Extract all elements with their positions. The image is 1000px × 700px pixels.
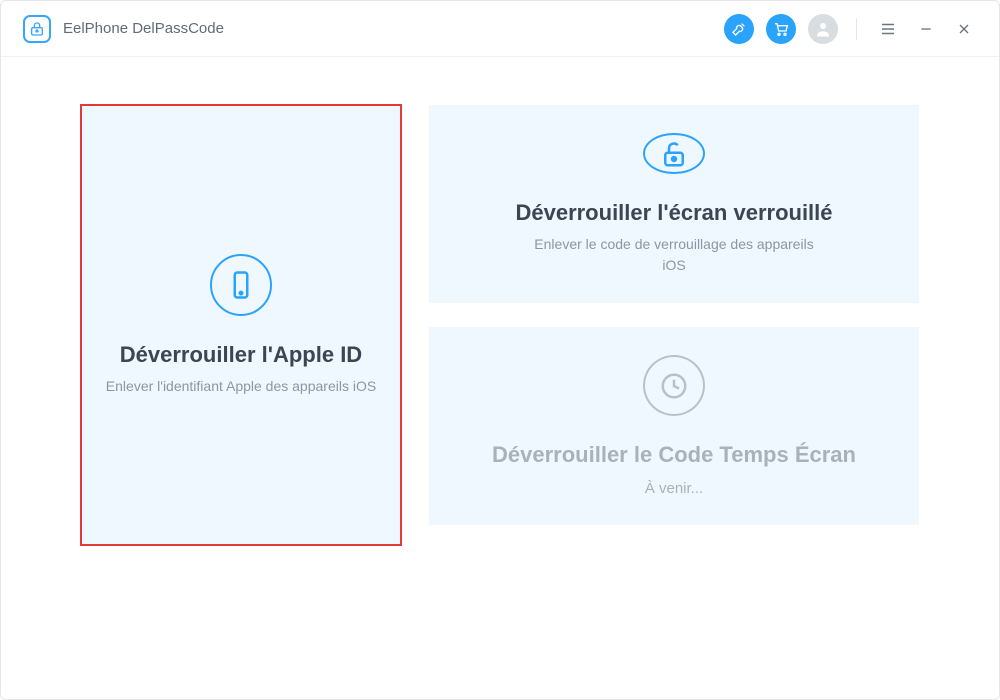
hamburger-icon [879, 20, 897, 38]
card-coming-soon: À venir... [645, 480, 703, 497]
phone-icon [210, 254, 272, 316]
clock-icon [643, 355, 705, 416]
cart-button[interactable] [766, 14, 796, 44]
close-button[interactable] [951, 16, 977, 42]
card-unlock-screen-time[interactable]: Déverrouiller le Code Temps Écran À veni… [429, 327, 919, 525]
unlock-icon [643, 133, 705, 174]
app-logo-icon [23, 15, 51, 43]
app-window: EelPhone DelPassCode [0, 0, 1000, 700]
title-right [724, 14, 977, 44]
minimize-button[interactable] [913, 16, 939, 42]
wrench-icon [731, 21, 747, 37]
card-title: Déverrouiller le Code Temps Écran [492, 442, 856, 468]
left-column: Déverrouiller l'Apple ID Enlever l'ident… [81, 105, 401, 659]
divider [856, 18, 857, 40]
user-icon [814, 20, 832, 38]
close-icon [956, 21, 972, 37]
card-desc: Enlever l'identifiant Apple des appareil… [106, 376, 376, 396]
cart-icon [773, 21, 789, 37]
menu-button[interactable] [875, 16, 901, 42]
main-content: Déverrouiller l'Apple ID Enlever l'ident… [1, 57, 999, 699]
card-unlock-apple-id[interactable]: Déverrouiller l'Apple ID Enlever l'ident… [81, 105, 401, 545]
tools-button[interactable] [724, 14, 754, 44]
app-title: EelPhone DelPassCode [63, 20, 224, 37]
card-desc: Enlever le code de verrouillage des appa… [524, 234, 824, 275]
minimize-icon [918, 21, 934, 37]
titlebar: EelPhone DelPassCode [1, 1, 999, 57]
card-title: Déverrouiller l'écran verrouillé [515, 200, 832, 226]
right-column: Déverrouiller l'écran verrouillé Enlever… [429, 105, 919, 659]
card-title: Déverrouiller l'Apple ID [120, 342, 362, 368]
account-button[interactable] [808, 14, 838, 44]
card-unlock-lock-screen[interactable]: Déverrouiller l'écran verrouillé Enlever… [429, 105, 919, 303]
title-left: EelPhone DelPassCode [23, 15, 224, 43]
